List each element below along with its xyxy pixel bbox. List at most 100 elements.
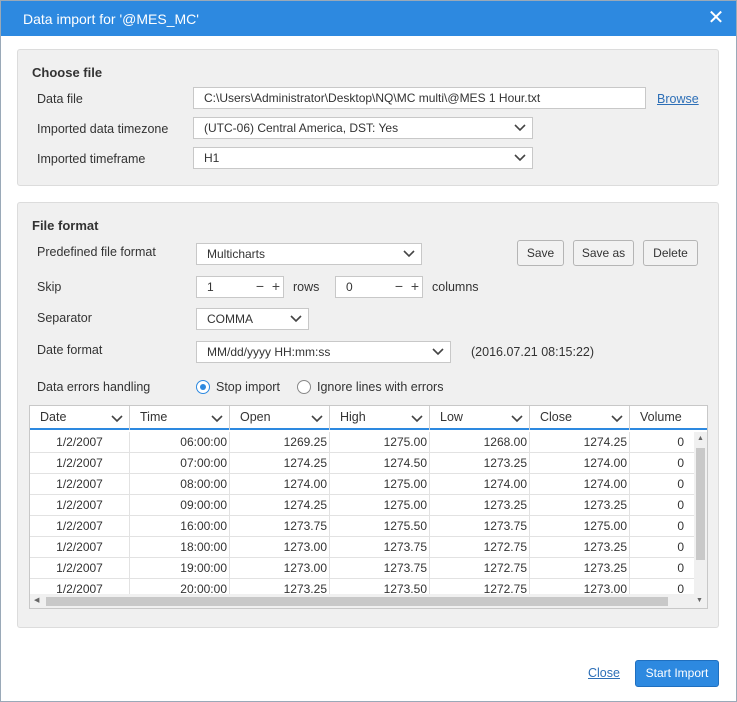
plus-icon[interactable]: + [408, 277, 422, 297]
chevron-down-icon[interactable] [209, 410, 225, 426]
chevron-down-icon [403, 244, 415, 264]
cell-close: 1273.25 [530, 537, 630, 558]
column-header-volume[interactable]: Volume [630, 406, 707, 430]
cell-high: 1273.75 [330, 537, 430, 558]
timeframe-label: Imported timeframe [37, 152, 146, 166]
cell-time: 20:00:00 [130, 579, 230, 594]
cell-open: 1273.25 [230, 579, 330, 594]
date-format-example: (2016.07.21 08:15:22) [471, 345, 595, 359]
browse-link[interactable]: Browse [657, 92, 699, 106]
cell-close: 1274.00 [530, 453, 630, 474]
column-header-open[interactable]: Open [230, 406, 330, 430]
cell-date: 1/2/2007 [30, 474, 130, 495]
table-row[interactable]: 1/2/2007 18:00:00 1273.00 1273.75 1272.7… [30, 537, 696, 558]
start-import-button[interactable]: Start Import [635, 660, 719, 687]
cell-time: 08:00:00 [130, 474, 230, 495]
chevron-down-icon[interactable] [609, 410, 625, 426]
skip-columns-stepper[interactable]: 0 − + [335, 276, 423, 298]
scroll-down-icon[interactable]: ▼ [696, 596, 703, 606]
cell-low: 1273.75 [430, 516, 530, 537]
minus-icon[interactable]: − [392, 277, 406, 297]
cell-volume: 0 [677, 435, 684, 449]
ignore-lines-radio[interactable] [297, 380, 311, 394]
cell-volume: 0 [677, 477, 684, 491]
column-header-close[interactable]: Close [530, 406, 630, 430]
title-bar: Data import for '@MES_MC' ✕ [1, 1, 736, 36]
minus-icon[interactable]: − [253, 277, 267, 297]
cell-date: 1/2/2007 [30, 537, 130, 558]
cell-time: 09:00:00 [130, 495, 230, 516]
timezone-value: (UTC-06) Central America, DST: Yes [204, 121, 399, 135]
horizontal-scrollbar[interactable]: ◀ ▼ [30, 594, 707, 608]
cell-open: 1274.00 [230, 474, 330, 495]
table-row[interactable]: 1/2/2007 08:00:00 1274.00 1275.00 1274.0… [30, 474, 696, 495]
data-import-dialog: Data import for '@MES_MC' ✕ Choose file … [0, 0, 737, 702]
table-row[interactable]: 1/2/2007 09:00:00 1274.25 1275.00 1273.2… [30, 495, 696, 516]
grid-header: Date Time Open High Low Close Volume [30, 406, 707, 430]
cell-close: 1273.00 [530, 579, 630, 594]
cell-time: 18:00:00 [130, 537, 230, 558]
cell-date: 1/2/2007 [30, 579, 130, 594]
save-as-button[interactable]: Save as [573, 240, 634, 266]
cell-high: 1273.75 [330, 558, 430, 579]
close-link[interactable]: Close [588, 666, 620, 680]
skip-rows-stepper[interactable]: 1 − + [196, 276, 284, 298]
horizontal-scroll-thumb[interactable] [46, 597, 668, 606]
cell-open: 1274.25 [230, 453, 330, 474]
column-header-label: Open [240, 410, 271, 424]
column-header-time[interactable]: Time [130, 406, 230, 430]
cell-volume: 0 [677, 561, 684, 575]
cell-volume: 0 [677, 519, 684, 533]
vertical-scrollbar[interactable]: ▲ [694, 432, 707, 598]
predefined-format-select[interactable]: Multicharts [196, 243, 422, 265]
stop-import-radio[interactable] [196, 380, 210, 394]
chevron-down-icon[interactable] [109, 410, 125, 426]
cell-date: 1/2/2007 [30, 495, 130, 516]
data-file-label: Data file [37, 92, 83, 106]
cell-time: 07:00:00 [130, 453, 230, 474]
vertical-scroll-thumb[interactable] [696, 448, 705, 560]
table-row[interactable]: 1/2/2007 16:00:00 1273.75 1275.50 1273.7… [30, 516, 696, 537]
cell-close: 1273.25 [530, 495, 630, 516]
cell-low: 1272.75 [430, 537, 530, 558]
delete-button[interactable]: Delete [643, 240, 698, 266]
chevron-down-icon[interactable] [409, 410, 425, 426]
close-icon[interactable]: ✕ [704, 6, 728, 30]
chevron-down-icon[interactable] [509, 410, 525, 426]
column-header-low[interactable]: Low [430, 406, 530, 430]
table-row[interactable]: 1/2/2007 20:00:00 1273.25 1273.50 1272.7… [30, 579, 696, 594]
cell-low: 1272.75 [430, 558, 530, 579]
table-row[interactable]: 1/2/2007 19:00:00 1273.00 1273.75 1272.7… [30, 558, 696, 579]
column-header-label: Low [440, 410, 463, 424]
cell-low: 1274.00 [430, 474, 530, 495]
cell-time: 19:00:00 [130, 558, 230, 579]
data-file-input[interactable]: C:\Users\Administrator\Desktop\NQ\MC mul… [193, 87, 646, 109]
errors-handling-label: Data errors handling [37, 380, 151, 394]
predefined-format-value: Multicharts [207, 247, 266, 261]
column-header-label: Close [540, 410, 572, 424]
columns-label: columns [432, 280, 479, 294]
cell-open: 1273.00 [230, 537, 330, 558]
timeframe-value: H1 [204, 151, 220, 165]
table-row[interactable]: 1/2/2007 06:00:00 1269.25 1275.00 1268.0… [30, 432, 696, 453]
cell-volume: 0 [677, 540, 684, 554]
table-row[interactable]: 1/2/2007 07:00:00 1274.25 1274.50 1273.2… [30, 453, 696, 474]
skip-rows-value: 1 [207, 280, 214, 294]
separator-select[interactable]: COMMA [196, 308, 309, 330]
cell-high: 1275.50 [330, 516, 430, 537]
column-header-high[interactable]: High [330, 406, 430, 430]
scroll-up-icon[interactable]: ▲ [697, 434, 704, 444]
scroll-left-icon[interactable]: ◀ [34, 596, 39, 606]
cell-date: 1/2/2007 [30, 516, 130, 537]
timezone-select[interactable]: (UTC-06) Central America, DST: Yes [193, 117, 533, 139]
date-format-select[interactable]: MM/dd/yyyy HH:mm:ss [196, 341, 451, 363]
plus-icon[interactable]: + [269, 277, 283, 297]
column-header-label: Volume [640, 410, 682, 424]
save-button[interactable]: Save [517, 240, 564, 266]
skip-columns-value: 0 [346, 280, 353, 294]
chevron-down-icon[interactable] [309, 410, 325, 426]
column-header-date[interactable]: Date [30, 406, 130, 430]
file-format-heading: File format [32, 218, 99, 233]
timeframe-select[interactable]: H1 [193, 147, 533, 169]
ignore-lines-label: Ignore lines with errors [317, 380, 444, 394]
